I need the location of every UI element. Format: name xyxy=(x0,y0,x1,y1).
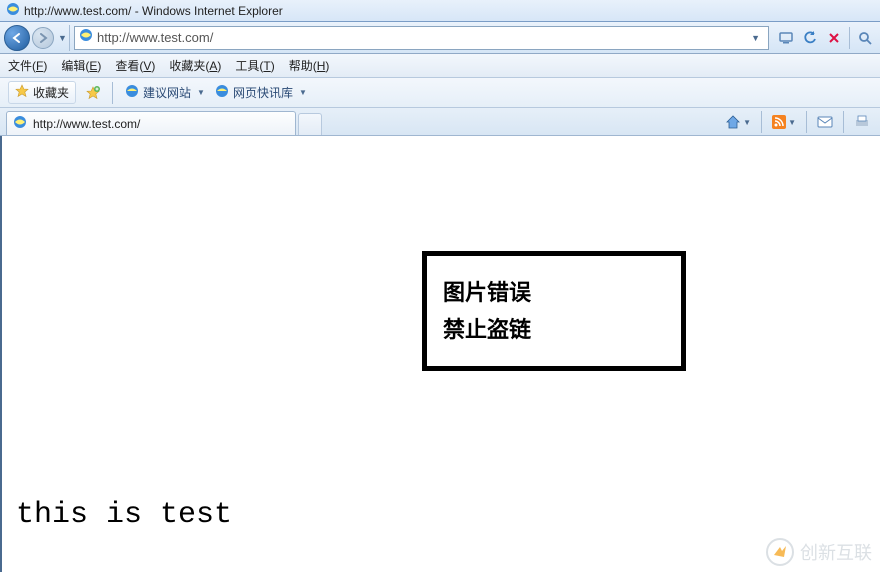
new-tab-button[interactable] xyxy=(298,113,322,135)
error-image-placeholder: 图片错误 禁止盗链 xyxy=(422,251,686,371)
watermark: 创新互联 xyxy=(766,538,872,566)
ie-icon xyxy=(215,84,229,101)
favorites-button[interactable]: 收藏夹 xyxy=(8,81,76,104)
favorites-bar: 收藏夹 建议网站 ▼ 网页快讯库 ▼ xyxy=(0,78,880,108)
chevron-down-icon[interactable]: ▼ xyxy=(743,118,751,127)
window-titlebar: http://www.test.com/ - Windows Internet … xyxy=(0,0,880,22)
page-body-text: this is test xyxy=(16,498,232,532)
menu-tools[interactable]: 工具(T) xyxy=(235,57,274,74)
nav-right-tools xyxy=(775,27,876,49)
separator xyxy=(112,82,113,104)
tab-strip: http://www.test.com/ ▼ ▼ xyxy=(0,108,880,136)
menu-bar: 文件(F) 编辑(E) 查看(V) 收藏夹(A) 工具(T) 帮助(H) xyxy=(0,54,880,78)
menu-favorites[interactable]: 收藏夹(A) xyxy=(169,57,221,74)
window-title: http://www.test.com/ - Windows Internet … xyxy=(24,4,283,18)
separator xyxy=(761,111,762,133)
read-mail-button[interactable] xyxy=(813,113,837,131)
web-slices-link[interactable]: 网页快讯库 ▼ xyxy=(215,84,307,101)
suggested-sites-label: 建议网站 xyxy=(143,84,191,101)
chevron-down-icon[interactable]: ▼ xyxy=(197,88,205,97)
nav-history-dropdown[interactable]: ▼ xyxy=(56,25,70,51)
menu-edit[interactable]: 编辑(E) xyxy=(61,57,101,74)
watermark-logo-icon xyxy=(766,538,794,566)
page-icon xyxy=(79,28,93,47)
command-bar: ▼ ▼ xyxy=(721,111,874,135)
ie-icon xyxy=(125,84,139,101)
address-input[interactable] xyxy=(97,30,743,45)
forward-button[interactable] xyxy=(32,27,54,49)
add-to-favbar-button[interactable] xyxy=(86,86,100,100)
home-button[interactable]: ▼ xyxy=(721,112,755,132)
menu-file[interactable]: 文件(F) xyxy=(8,57,47,74)
ie-icon xyxy=(6,2,20,19)
favorites-label: 收藏夹 xyxy=(33,84,69,101)
active-tab[interactable]: http://www.test.com/ xyxy=(6,111,296,135)
error-line-2: 禁止盗链 xyxy=(443,311,665,348)
page-content: 图片错误 禁止盗链 this is test 创新互联 xyxy=(0,136,880,572)
error-line-1: 图片错误 xyxy=(443,274,665,311)
star-icon xyxy=(15,84,29,101)
print-button[interactable] xyxy=(850,113,874,131)
tab-title: http://www.test.com/ xyxy=(33,117,140,131)
nav-toolbar: ▼ ▼ xyxy=(0,22,880,54)
separator xyxy=(806,111,807,133)
compat-view-icon[interactable] xyxy=(775,27,797,49)
separator xyxy=(843,111,844,133)
address-bar[interactable]: ▼ xyxy=(74,26,769,50)
menu-view[interactable]: 查看(V) xyxy=(115,57,155,74)
address-dropdown-icon[interactable]: ▼ xyxy=(747,33,764,43)
separator xyxy=(849,27,850,49)
search-icon[interactable] xyxy=(854,27,876,49)
suggested-sites-link[interactable]: 建议网站 ▼ xyxy=(125,84,205,101)
feeds-button[interactable]: ▼ xyxy=(768,113,800,131)
ie-icon xyxy=(13,115,27,132)
back-button[interactable] xyxy=(4,25,30,51)
refresh-button[interactable] xyxy=(799,27,821,49)
chevron-down-icon[interactable]: ▼ xyxy=(788,118,796,127)
watermark-text: 创新互联 xyxy=(800,539,872,565)
stop-button[interactable] xyxy=(823,27,845,49)
chevron-down-icon[interactable]: ▼ xyxy=(299,88,307,97)
menu-help[interactable]: 帮助(H) xyxy=(289,57,330,74)
web-slices-label: 网页快讯库 xyxy=(233,84,293,101)
